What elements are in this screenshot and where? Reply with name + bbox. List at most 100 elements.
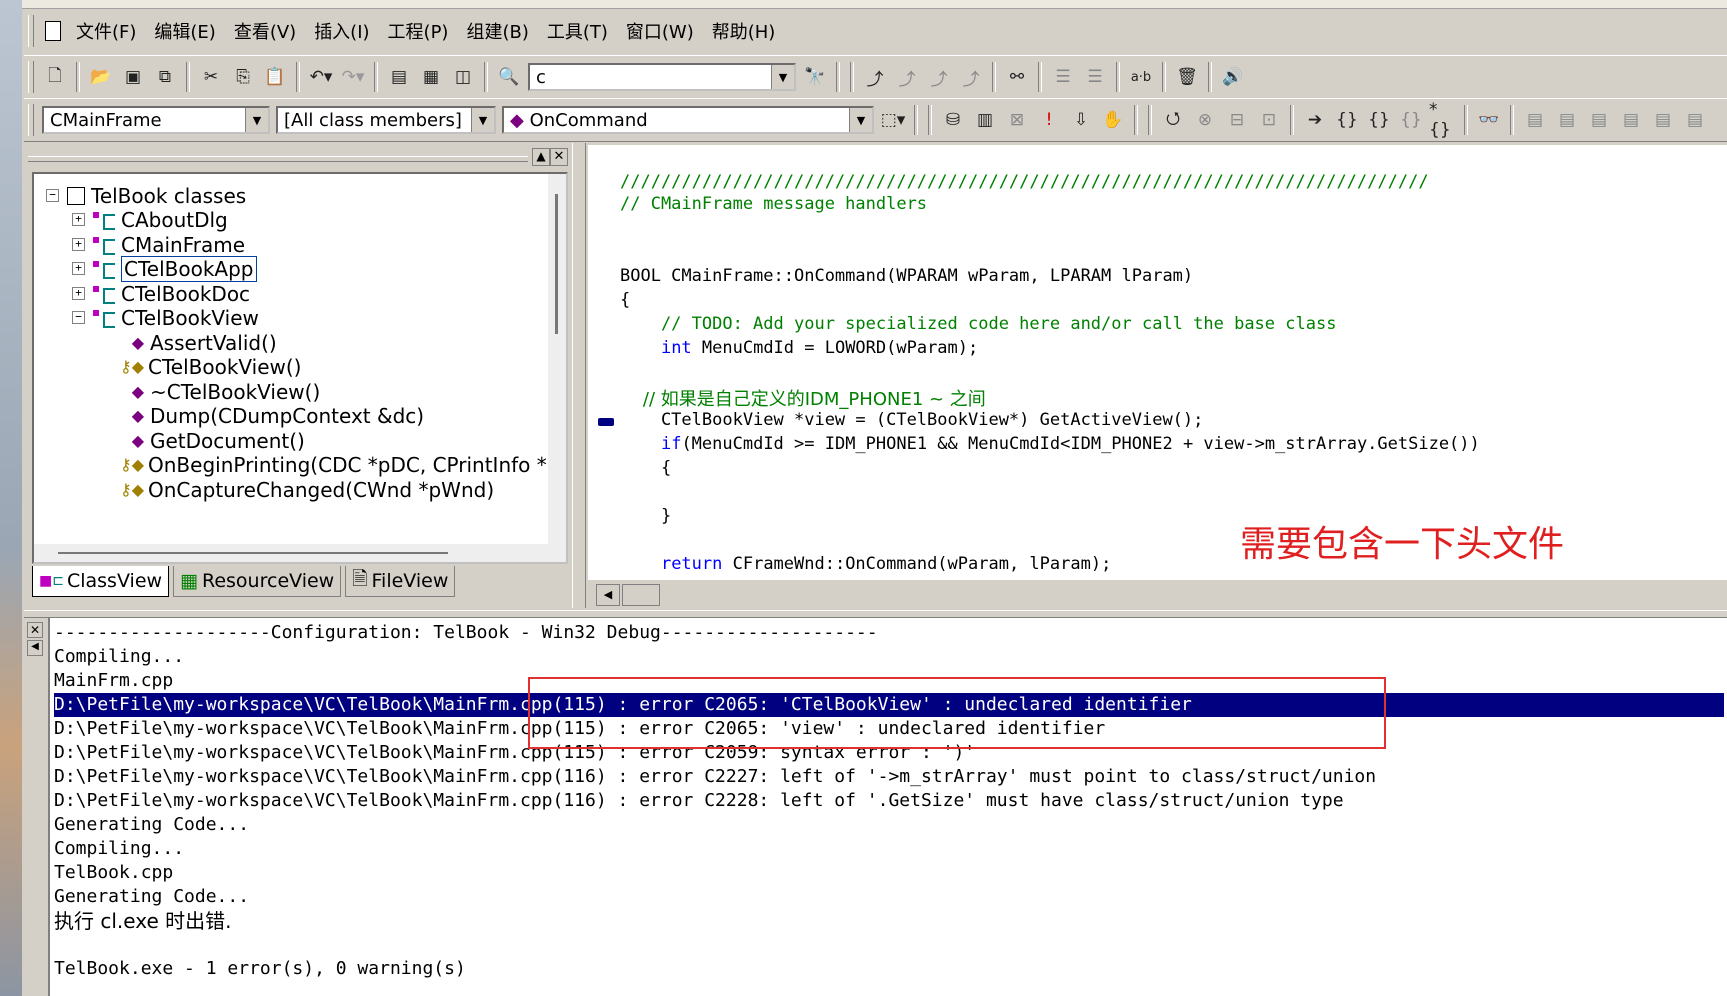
collapse-icon[interactable]: − — [46, 189, 59, 202]
compile-icon[interactable]: ⤴ — [861, 63, 889, 91]
maximize-icon[interactable]: ▲ — [532, 148, 550, 166]
speaker-icon[interactable]: 🔊 — [1219, 63, 1247, 91]
tree-member-item[interactable]: ◆ ~CTelBookView() — [118, 378, 321, 405]
tree-member-item[interactable]: ⚷◆ OnBeginPrinting(CDC *pDC, CPrintInfo … — [118, 451, 547, 478]
restart-icon[interactable]: ⭯ — [1159, 106, 1187, 134]
expand-icon[interactable]: + — [72, 262, 85, 275]
cut-icon[interactable]: ✂ — [197, 63, 225, 91]
chevron-down-icon[interactable]: ▼ — [771, 65, 794, 89]
memory-window-icon[interactable]: ▤ — [1617, 106, 1645, 134]
execute-program-icon[interactable]: ! — [1035, 106, 1063, 134]
tree-class-item[interactable]: + CAboutDlg — [72, 206, 228, 233]
workspace-icon[interactable]: ▤ — [385, 63, 413, 91]
menu-window[interactable]: 窗口(W) — [617, 18, 703, 44]
stop-build-icon[interactable]: ⤴ — [925, 63, 953, 91]
whitespace-icon[interactable]: a·b — [1127, 63, 1155, 91]
chevron-down-icon[interactable]: ▼ — [471, 108, 494, 132]
menu-insert[interactable]: 插入(I) — [305, 18, 378, 44]
collapse-icon[interactable]: − — [72, 311, 85, 324]
paste-icon[interactable]: 📋 — [261, 63, 289, 91]
tab-fileview[interactable]: 🗎 FileView — [345, 566, 456, 597]
close-icon[interactable]: ✕ — [550, 148, 568, 166]
tree-member-item[interactable]: ⚷◆ CTelBookView() — [118, 353, 302, 380]
save-icon[interactable]: ▣ — [119, 63, 147, 91]
output-line[interactable]: D:\PetFile\my-workspace\VC\TelBook\MainF… — [54, 789, 1344, 813]
tree-class-item[interactable]: + CMainFrame — [72, 231, 245, 258]
filter-combo[interactable]: [All class members] ▼ — [276, 106, 496, 134]
find-combo[interactable]: c ▼ — [528, 63, 796, 91]
tree-member-item[interactable]: ⚷◆ OnCaptureChanged(CWnd *pWnd) — [118, 476, 494, 503]
menu-view[interactable]: 查看(V) — [225, 18, 305, 44]
show-next-statement-icon[interactable]: ➔ — [1301, 106, 1329, 134]
find-in-files-icon[interactable]: 🔍 — [495, 63, 523, 91]
tree-vertical-scrollbar[interactable] — [548, 174, 566, 562]
indent-icon[interactable]: ☰ — [1049, 63, 1077, 91]
panel-grip[interactable] — [28, 156, 528, 162]
scroll-thumb[interactable] — [622, 584, 660, 606]
horizontal-splitter[interactable] — [24, 610, 1727, 618]
execute-icon[interactable]: ⤴ — [957, 63, 985, 91]
run-to-cursor-icon[interactable]: *{} — [1429, 100, 1457, 140]
menu-project[interactable]: 工程(P) — [379, 18, 458, 44]
undo-icon[interactable]: ↶▾ — [307, 63, 335, 91]
tree-class-item[interactable]: − CTelBookView — [72, 304, 259, 331]
binoculars-icon[interactable]: ⚯ — [1003, 63, 1031, 91]
chevron-down-icon[interactable]: ▼ — [245, 108, 268, 132]
open-icon[interactable]: 📂 — [87, 63, 115, 91]
save-all-icon[interactable]: ⧉ — [151, 63, 179, 91]
vertical-splitter[interactable] — [572, 143, 586, 608]
build-project-icon[interactable]: ▥ — [971, 106, 999, 134]
compile-file-icon[interactable]: ⛁ — [939, 106, 967, 134]
menu-build[interactable]: 组建(B) — [457, 18, 537, 44]
tree-horizontal-scrollbar[interactable] — [34, 544, 566, 562]
restore-icon[interactable]: ◀ — [27, 640, 43, 656]
disassembly-icon[interactable]: ▤ — [1681, 106, 1709, 134]
window-list-icon[interactable]: ◫ — [449, 63, 477, 91]
menubar-grip[interactable] — [28, 15, 34, 47]
quickwatch-icon[interactable]: 👓 — [1475, 106, 1503, 134]
step-into-icon[interactable]: {} — [1333, 106, 1361, 134]
tree-member-item[interactable]: ◆ AssertValid() — [118, 329, 277, 356]
trash-icon[interactable]: 🗑 — [1173, 63, 1201, 91]
tab-classview[interactable]: ■⊏ ClassView — [32, 566, 170, 597]
stop-build-icon[interactable]: ⊠ — [1003, 106, 1031, 134]
outdent-icon[interactable]: ☰ — [1081, 63, 1109, 91]
find-icon[interactable]: 🔭 — [801, 63, 829, 91]
step-out-icon[interactable]: {} — [1397, 106, 1425, 134]
stop-debug-icon[interactable]: ⊗ — [1191, 106, 1219, 134]
tree-root[interactable]: − TelBook classes — [46, 182, 246, 209]
breakpoint-hand-icon[interactable]: ✋ — [1099, 106, 1127, 134]
output-window-icon[interactable]: ▦ — [417, 63, 445, 91]
wizard-action-icon[interactable]: ⬚▾ — [879, 106, 907, 134]
expand-icon[interactable]: + — [72, 213, 85, 226]
close-icon[interactable]: ✕ — [27, 622, 43, 638]
copy-icon[interactable]: ⎘ — [229, 63, 257, 91]
variables-window-icon[interactable]: ▤ — [1553, 106, 1581, 134]
tree-member-item[interactable]: ◆ Dump(CDumpContext &dc) — [118, 402, 424, 429]
class-combo[interactable]: CMainFrame ▼ — [42, 106, 270, 134]
tree-member-item[interactable]: ◆ GetDocument() — [118, 427, 305, 454]
break-icon[interactable]: ⊟ — [1223, 106, 1251, 134]
menu-edit[interactable]: 编辑(E) — [145, 18, 224, 44]
expand-icon[interactable]: + — [72, 287, 85, 300]
output-window[interactable]: --------------------Configuration: TelBo… — [48, 618, 1727, 996]
editor-horizontal-scrollbar[interactable]: ◀ — [588, 580, 1727, 608]
output-line[interactable]: D:\PetFile\my-workspace\VC\TelBook\MainF… — [54, 765, 1376, 789]
member-combo[interactable]: ◆ OnCommand ▼ — [502, 106, 874, 134]
registers-window-icon[interactable]: ▤ — [1585, 106, 1613, 134]
expand-icon[interactable]: + — [72, 238, 85, 251]
build-icon[interactable]: ⤴ — [893, 63, 921, 91]
new-file-icon[interactable]: 🗋 — [41, 63, 69, 91]
redo-icon[interactable]: ↷▾ — [339, 63, 367, 91]
menu-tools[interactable]: 工具(T) — [538, 18, 617, 44]
call-stack-icon[interactable]: ▤ — [1649, 106, 1677, 134]
tree-class-item-selected[interactable]: + CTelBookApp — [72, 255, 257, 282]
scroll-left-icon[interactable]: ◀ — [596, 584, 620, 606]
watch-window-icon[interactable]: ▤ — [1521, 106, 1549, 134]
chevron-down-icon[interactable]: ▼ — [849, 108, 872, 132]
toolbar-grip[interactable] — [28, 61, 34, 93]
go-icon[interactable]: ⇩ — [1067, 106, 1095, 134]
step-over-icon[interactable]: {} — [1365, 106, 1393, 134]
toolbar-grip[interactable] — [28, 104, 34, 136]
apply-code-changes-icon[interactable]: ⊡ — [1255, 106, 1283, 134]
